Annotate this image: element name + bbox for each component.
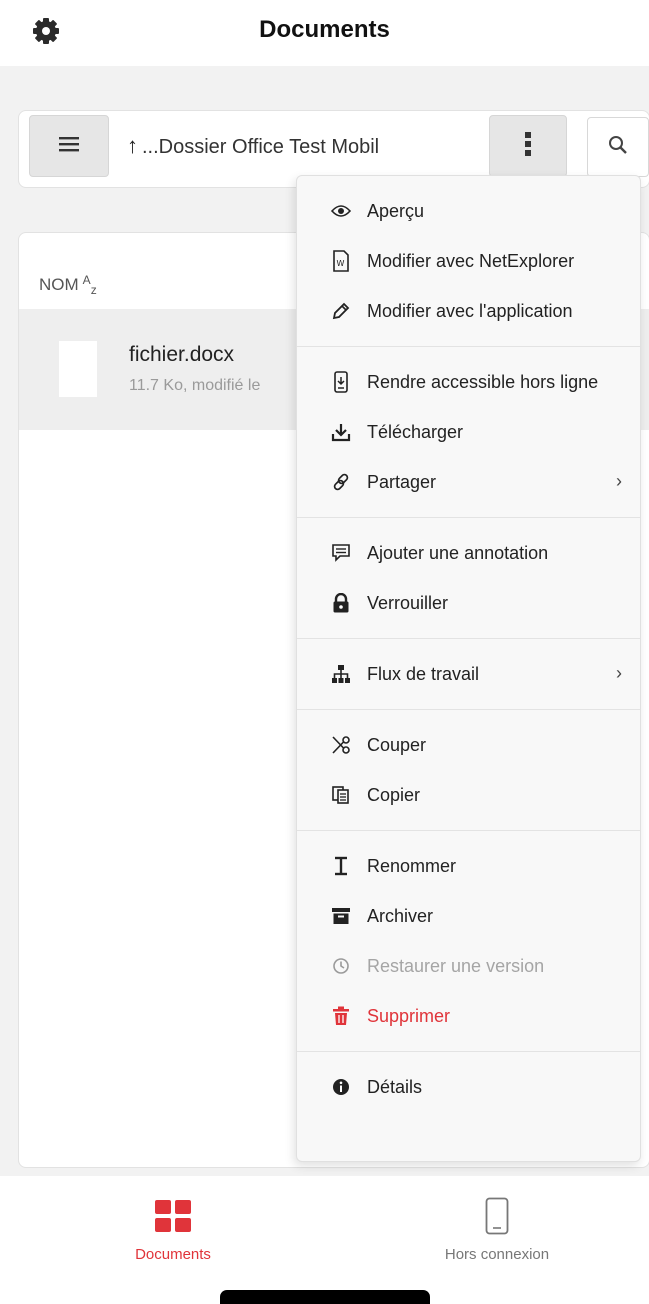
- file-thumbnail: [59, 341, 97, 397]
- app-header: Documents: [0, 0, 649, 66]
- info-icon: [329, 1075, 353, 1099]
- menu-item-label: Rendre accessible hors ligne: [367, 371, 599, 392]
- menu-button[interactable]: [29, 115, 109, 177]
- tab-label: Documents: [135, 1246, 211, 1263]
- home-indicator: [220, 1290, 430, 1304]
- menu-group-view: Aperçu W Modifier avec NetExplorer Modif…: [297, 176, 640, 347]
- sort-indicator-top: A: [82, 273, 91, 287]
- menu-item-label: Supprimer: [367, 1005, 451, 1026]
- menu-item-label: Archiver: [367, 905, 434, 926]
- tab-label: Hors connexion: [444, 1246, 550, 1263]
- sort-az-icon[interactable]: Az: [82, 273, 97, 297]
- tab-hors-connexion[interactable]: Hors connexion: [397, 1196, 597, 1263]
- download-icon: [329, 420, 353, 444]
- menu-item-label: Copier: [367, 784, 421, 805]
- menu-item-label: Ajouter une annotation: [367, 542, 549, 563]
- up-arrow-icon: ↑: [127, 133, 138, 158]
- hamburger-icon: [58, 135, 80, 158]
- workflow-icon: [329, 662, 353, 686]
- menu-item-details[interactable]: Détails: [297, 1062, 640, 1112]
- menu-item-label: Restaurer une version: [367, 955, 545, 976]
- menu-item-label: Télécharger: [367, 421, 464, 442]
- menu-item-annotation[interactable]: Ajouter une annotation: [297, 528, 640, 578]
- menu-group-details: Détails: [297, 1052, 640, 1122]
- trash-icon: [329, 1004, 353, 1028]
- menu-item-couper[interactable]: Couper: [297, 720, 640, 770]
- column-header-name[interactable]: NOM Az: [39, 273, 97, 297]
- clock-icon: [329, 954, 353, 978]
- menu-group-clipboard: Couper Copier: [297, 710, 640, 831]
- menu-item-label: Partager: [367, 471, 437, 492]
- vertical-dots-icon: [524, 131, 532, 162]
- menu-item-supprimer[interactable]: Supprimer: [297, 991, 640, 1041]
- pencil-icon: [329, 299, 353, 323]
- eye-icon: [329, 199, 353, 223]
- menu-item-restaurer-version: Restaurer une version: [297, 941, 640, 991]
- page-title: Documents: [259, 16, 390, 43]
- menu-item-label: Renommer: [367, 855, 457, 876]
- menu-item-partager[interactable]: Partager ›: [297, 457, 640, 507]
- tab-bar: Documents Hors connexion: [0, 1176, 649, 1304]
- chevron-right-icon: ›: [616, 471, 622, 491]
- file-meta: 11.7 Ko, modifié le: [129, 377, 261, 394]
- search-icon: [607, 134, 629, 161]
- column-header-label: NOM: [39, 275, 79, 294]
- menu-item-modifier-netexplorer[interactable]: W Modifier avec NetExplorer: [297, 236, 640, 286]
- word-doc-icon: W: [329, 249, 353, 273]
- menu-item-label: Modifier avec l'application: [367, 300, 573, 321]
- menu-group-annotate: Ajouter une annotation Verrouiller: [297, 518, 640, 639]
- menu-item-label: Couper: [367, 734, 427, 755]
- menu-item-archiver[interactable]: Archiver: [297, 891, 640, 941]
- phone-download-icon: [329, 370, 353, 394]
- context-menu: Aperçu W Modifier avec NetExplorer Modif…: [296, 175, 641, 1162]
- menu-item-verrouiller[interactable]: Verrouiller: [297, 578, 640, 628]
- breadcrumb[interactable]: ↑ ...Dossier Office Test Mobil: [127, 133, 379, 159]
- grid-icon: [73, 1196, 273, 1236]
- svg-text:W: W: [337, 259, 345, 268]
- comment-icon: [329, 541, 353, 565]
- more-options-button[interactable]: [489, 115, 567, 177]
- lock-icon: [329, 591, 353, 615]
- preview-placeholder: [119, 563, 229, 969]
- scissors-icon: [329, 733, 353, 757]
- chevron-right-icon: ›: [616, 663, 622, 683]
- menu-group-workflow: Flux de travail ›: [297, 639, 640, 710]
- tab-documents[interactable]: Documents: [73, 1196, 273, 1263]
- breadcrumb-text: ...Dossier Office Test Mobil: [142, 136, 380, 158]
- file-name: fichier.docx: [129, 343, 235, 366]
- menu-item-flux-de-travail[interactable]: Flux de travail ›: [297, 649, 640, 699]
- menu-item-hors-ligne[interactable]: Rendre accessible hors ligne: [297, 357, 640, 407]
- menu-item-modifier-application[interactable]: Modifier avec l'application: [297, 286, 640, 336]
- link-icon: [329, 470, 353, 494]
- menu-item-apercu[interactable]: Aperçu: [297, 186, 640, 236]
- menu-item-telecharger[interactable]: Télécharger: [297, 407, 640, 457]
- menu-item-label: Flux de travail: [367, 663, 480, 684]
- menu-item-label: Modifier avec NetExplorer: [367, 250, 575, 271]
- archive-icon: [329, 904, 353, 928]
- menu-group-manage: Renommer Archiver Restaurer une version …: [297, 831, 640, 1052]
- copy-icon: [329, 783, 353, 807]
- menu-group-access: Rendre accessible hors ligne Télécharger…: [297, 347, 640, 518]
- phone-icon: [397, 1196, 597, 1236]
- text-cursor-icon: [329, 854, 353, 878]
- menu-item-label: Verrouiller: [367, 592, 449, 613]
- menu-item-copier[interactable]: Copier: [297, 770, 640, 820]
- menu-item-renommer[interactable]: Renommer: [297, 841, 640, 891]
- search-button[interactable]: [587, 117, 649, 177]
- menu-item-label: Détails: [367, 1076, 423, 1097]
- menu-item-label: Aperçu: [367, 200, 425, 221]
- sort-indicator-bottom: z: [90, 283, 97, 297]
